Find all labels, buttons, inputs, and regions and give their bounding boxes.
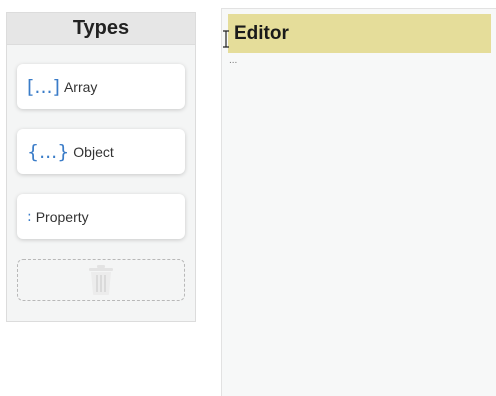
type-card-label: Property xyxy=(35,208,89,225)
types-panel: Types [...] Array {...} Object : Propert… xyxy=(6,12,196,322)
types-panel-title: Types xyxy=(7,13,195,45)
type-card-array[interactable]: [...] Array xyxy=(17,64,185,109)
editor-panel[interactable]: Editor ... xyxy=(221,8,496,396)
text-cursor-icon xyxy=(223,30,229,48)
trash-drop-zone[interactable] xyxy=(17,259,185,301)
type-card-label: Array xyxy=(63,78,98,95)
property-icon: : xyxy=(27,208,32,225)
editor-title: Editor xyxy=(228,14,491,53)
object-icon: {...} xyxy=(27,140,70,163)
type-card-object[interactable]: {...} Object xyxy=(17,129,185,174)
editor-placeholder: ... xyxy=(229,55,238,66)
array-icon: [...] xyxy=(27,75,60,98)
type-card-property[interactable]: : Property xyxy=(17,194,185,239)
type-card-label: Object xyxy=(73,143,114,160)
trash-icon xyxy=(89,265,113,295)
